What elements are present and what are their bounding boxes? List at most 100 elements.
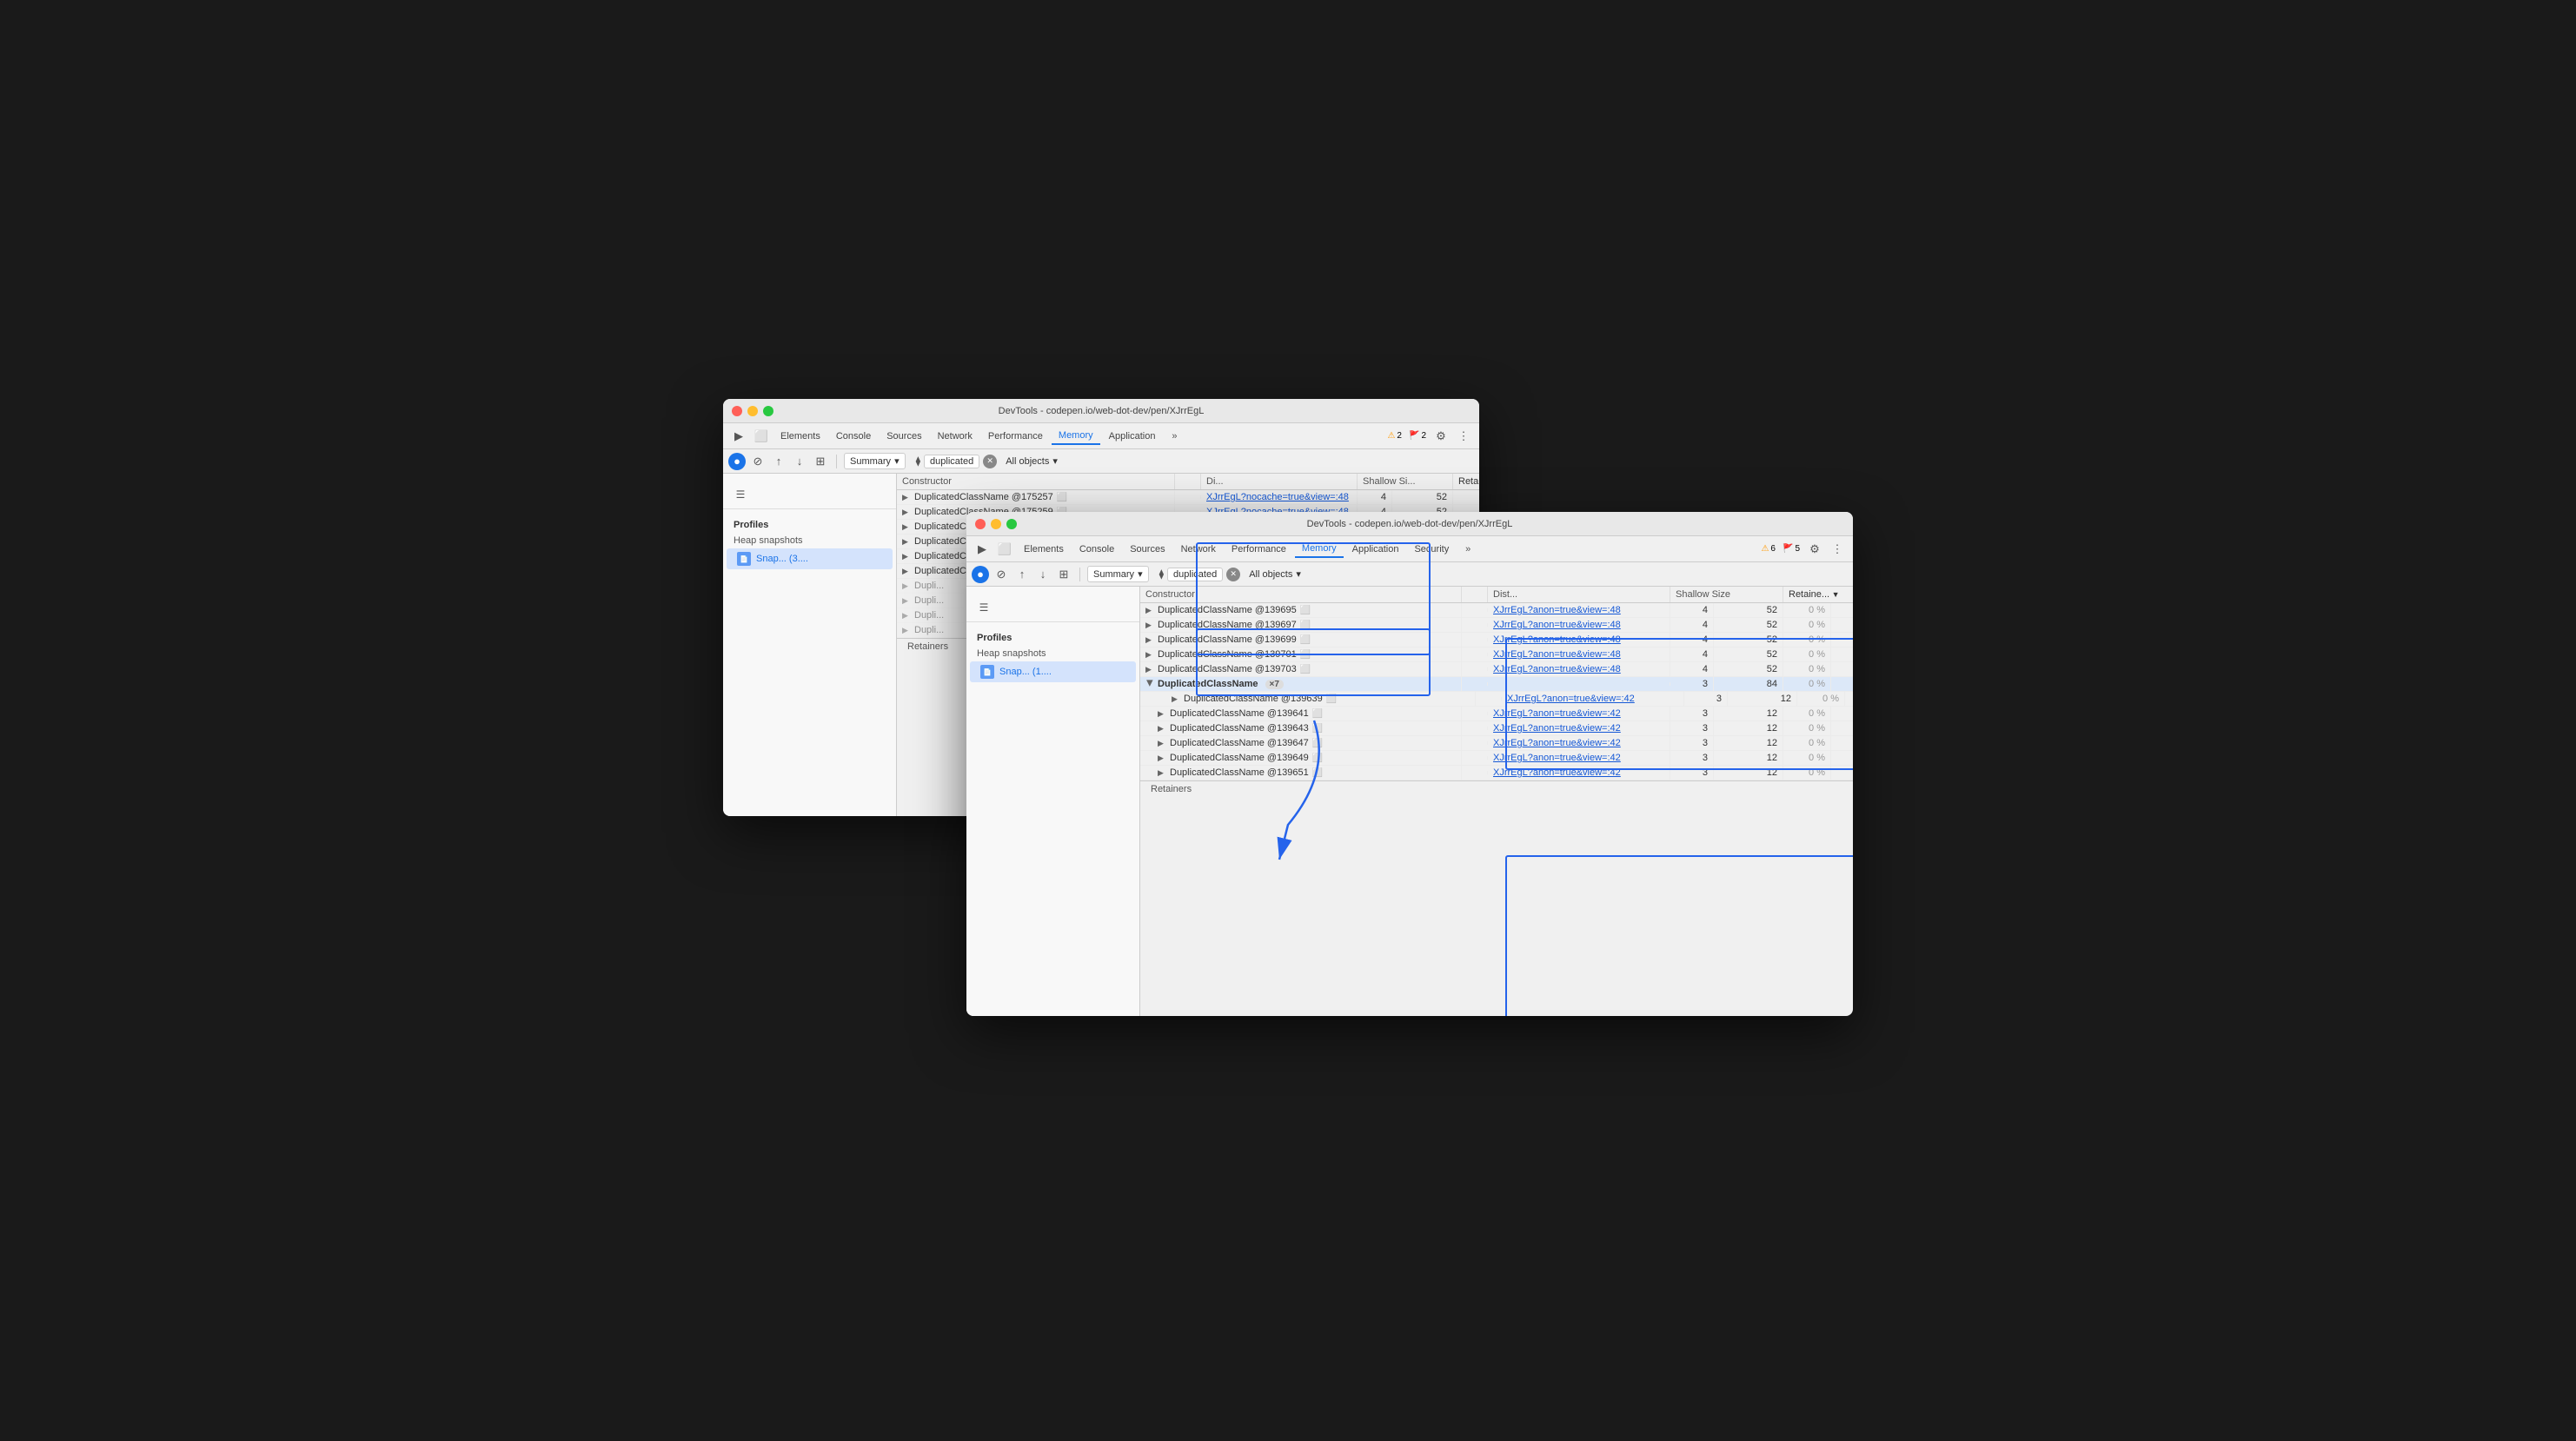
inspector-icon[interactable]: ⬜ [751,426,772,447]
more-options-icon-1[interactable]: ⋮ [1453,426,1474,447]
td-shallow-pct: 0 % [1783,766,1831,780]
tab-sources-1[interactable]: Sources [880,428,928,444]
tab-console-2[interactable]: Console [1072,541,1121,557]
table-row[interactable]: ▶ DuplicatedClassName @139649 ⬜ XJrrEgL?… [1140,751,1853,766]
more-tabs-icon-2[interactable]: » [1457,539,1478,560]
collect-btn-1[interactable]: ⊞ [812,453,829,470]
tab-elements-2[interactable]: Elements [1017,541,1071,557]
table-row[interactable]: ▶ DuplicatedClassName @139641 ⬜ XJrrEgL?… [1140,707,1853,721]
tab-memory-2[interactable]: Memory [1295,541,1344,558]
td-shallow-pct: 0 % [1453,490,1479,504]
table-row[interactable]: ▶ DuplicatedClassName @139647 ⬜ XJrrEgL?… [1140,736,1853,751]
record-btn-2[interactable]: ● [972,566,989,583]
td-link[interactable]: XJrrEgL?anon=true&view=:42 [1488,721,1670,735]
table-row[interactable]: ▶ DuplicatedClassName @139701 ⬜ XJrrEgL?… [1140,647,1853,662]
tab-application-1[interactable]: Application [1102,428,1163,444]
maximize-button-1[interactable] [763,406,773,416]
tab-security-2[interactable]: Security [1407,541,1456,557]
summary-dropdown-1[interactable]: Summary ▾ [844,453,906,469]
td-link[interactable]: XJrrEgL?anon=true&view=:48 [1488,618,1670,632]
table-row[interactable]: ▶ DuplicatedClassName @139643 ⬜ XJrrEgL?… [1140,721,1853,736]
collect-btn-2[interactable]: ⊞ [1055,566,1072,583]
filter-text-1[interactable]: duplicated [924,455,979,468]
sidebar-settings-icon-2[interactable]: ☰ [973,597,994,618]
td-copy [1462,727,1488,730]
table-row[interactable]: ▶ DuplicatedClassName @175257 ⬜ XJrrEgL?… [897,490,1479,505]
td-shallow-pct: 0 % [1783,633,1831,647]
table-row[interactable]: ▶ DuplicatedClassName @139639 ⬜ XJrrEgL?… [1140,692,1853,707]
table-row[interactable]: ▶ DuplicatedClassName @139651 ⬜ XJrrEgL?… [1140,766,1853,780]
tab-memory-1[interactable]: Memory [1052,428,1100,445]
summary-dropdown-2[interactable]: Summary ▾ [1087,566,1149,582]
td-link[interactable]: XJrrEgL?anon=true&view=:42 [1502,692,1684,706]
tab-network-2[interactable]: Network [1174,541,1223,557]
close-button-1[interactable] [732,406,742,416]
th-retained-1[interactable]: Retained... [1453,474,1479,489]
minimize-button-1[interactable] [747,406,758,416]
download-btn-2[interactable]: ↓ [1034,566,1052,583]
table-row[interactable]: ▶ DuplicatedClassName @139703 ⬜ XJrrEgL?… [1140,662,1853,677]
minimize-button-2[interactable] [991,519,1001,529]
filter-clear-2[interactable]: ✕ [1226,568,1240,581]
cursor-icon-2[interactable]: ▶ [972,539,993,560]
inspector-icon-2[interactable]: ⬜ [994,539,1015,560]
td-link[interactable]: XJrrEgL?anon=true&view=:42 [1488,766,1670,780]
all-objects-2[interactable]: All objects ▾ [1244,567,1306,581]
all-objects-1[interactable]: All objects ▾ [1000,454,1063,468]
sep-2 [1079,568,1080,581]
settings-icon-1[interactable]: ⚙ [1431,426,1451,447]
snapshot-icon-1: 📄 [737,552,751,566]
upload-btn-2[interactable]: ↑ [1013,566,1031,583]
more-tabs-icon-1[interactable]: » [1164,426,1185,447]
table-row[interactable]: ▶ DuplicatedClassName @139695 ⬜ XJrrEgL?… [1140,603,1853,618]
sidebar-settings-icon[interactable]: ☰ [730,484,751,505]
th-retained-2[interactable]: Retaine... [1783,587,1853,602]
tab-network-1[interactable]: Network [931,428,979,444]
td-dist: 4 [1670,647,1714,661]
table-row[interactable]: ▶ DuplicatedClassName @139699 ⬜ XJrrEgL?… [1140,633,1853,647]
stop-btn-2[interactable]: ⊘ [993,566,1010,583]
tab-performance-1[interactable]: Performance [981,428,1050,444]
upload-btn-1[interactable]: ↑ [770,453,787,470]
td-shallow-pct: 0 % [1783,662,1831,676]
td-constructor: ▶ DuplicatedClassName @139701 ⬜ [1140,647,1462,661]
devtools-window-2: DevTools - codepen.io/web-dot-dev/pen/XJ… [966,512,1853,1016]
td-link[interactable]: XJrrEgL?anon=true&view=:42 [1488,751,1670,765]
record-btn-1[interactable]: ● [728,453,746,470]
td-link[interactable]: XJrrEgL?anon=true&view=:42 [1488,707,1670,720]
td-dist: 4 [1670,662,1714,676]
sidebar-2: ☰ Profiles Heap snapshots 📄 Snap... (1..… [966,587,1140,1016]
td-link[interactable]: XJrrEgL?anon=true&view=:42 [1488,736,1670,750]
window-title-1: DevTools - codepen.io/web-dot-dev/pen/XJ… [999,406,1205,416]
td-link[interactable]: XJrrEgL?anon=true&view=:48 [1488,662,1670,676]
td-dist: 3 [1670,766,1714,780]
more-options-icon-2[interactable]: ⋮ [1827,539,1848,560]
maximize-button-2[interactable] [1006,519,1017,529]
tab-application-2[interactable]: Application [1345,541,1406,557]
toolbar-1: ● ⊘ ↑ ↓ ⊞ Summary ▾ ⧫ duplicated ✕ All o… [723,449,1479,474]
tab-console-1[interactable]: Console [829,428,878,444]
td-shallow: 12 [1714,707,1783,720]
expanded-class-row[interactable]: ▶ DuplicatedClassName ×7 3 84 0 % 84 0 % [1140,677,1853,692]
tab-elements-1[interactable]: Elements [773,428,827,444]
filter-clear-1[interactable]: ✕ [983,455,997,468]
close-button-2[interactable] [975,519,986,529]
td-link[interactable]: XJrrEgL?anon=true&view=:48 [1488,603,1670,617]
download-btn-1[interactable]: ↓ [791,453,808,470]
snapshot-item-2[interactable]: 📄 Snap... (1.... [970,661,1136,682]
stop-btn-1[interactable]: ⊘ [749,453,767,470]
td-copy-exp [1462,682,1488,686]
td-copy [1462,771,1488,774]
filter-text-2[interactable]: duplicated [1167,568,1223,581]
td-link[interactable]: XJrrEgL?anon=true&view=:48 [1488,647,1670,661]
td-link[interactable]: XJrrEgL?anon=true&view=:48 [1488,633,1670,647]
tab-performance-2[interactable]: Performance [1225,541,1293,557]
all-objects-label-2: All objects [1249,569,1292,580]
td-copy [1476,697,1502,701]
td-link[interactable]: XJrrEgL?nocache=true&view=:48 [1201,490,1358,504]
settings-icon-2[interactable]: ⚙ [1804,539,1825,560]
snapshot-item-1[interactable]: 📄 Snap... (3.... [727,548,893,569]
table-row[interactable]: ▶ DuplicatedClassName @139697 ⬜ XJrrEgL?… [1140,618,1853,633]
tab-sources-2[interactable]: Sources [1123,541,1172,557]
cursor-icon[interactable]: ▶ [728,426,749,447]
